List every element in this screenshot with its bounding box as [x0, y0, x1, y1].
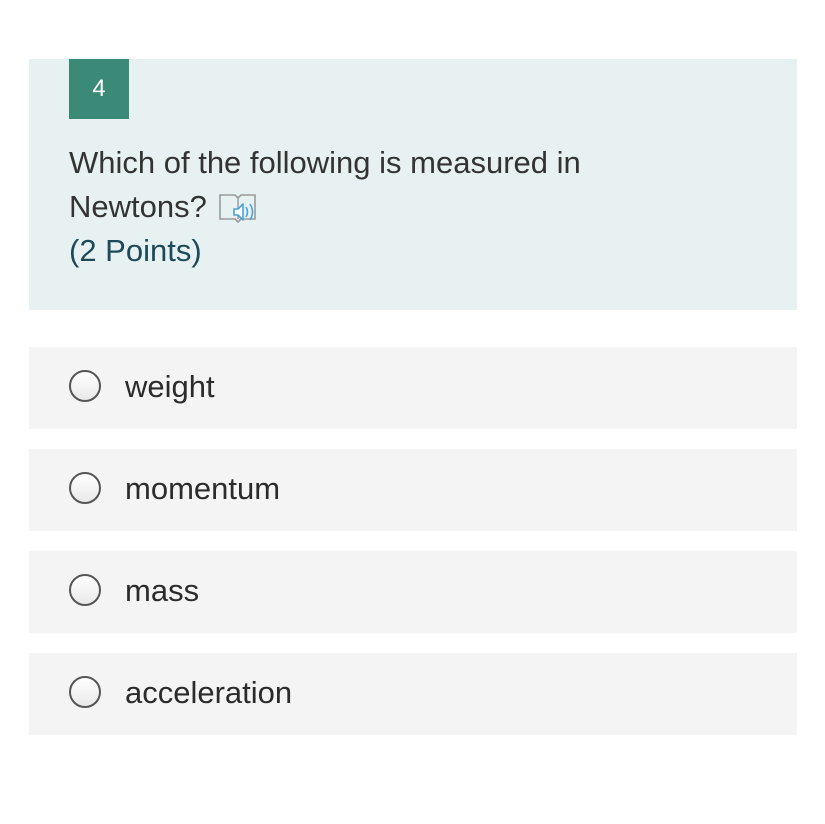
radio-button[interactable] [69, 370, 101, 402]
answer-option-momentum[interactable]: momentum [29, 449, 797, 531]
option-label: momentum [125, 471, 281, 506]
option-label: mass [125, 573, 200, 608]
answer-option-weight[interactable]: weight [29, 347, 797, 429]
answer-option-mass[interactable]: mass [29, 551, 797, 633]
answer-option-acceleration[interactable]: acceleration [29, 653, 797, 735]
option-label: acceleration [125, 675, 293, 710]
question-line-2: Newtons? [69, 185, 669, 229]
question-number-badge: 4 [69, 59, 129, 119]
question-line-1: Which of the following is measured in [69, 145, 581, 180]
radio-button[interactable] [69, 574, 101, 606]
question-card: 4 Which of the following is measured in … [29, 59, 797, 310]
immersive-reader-icon[interactable] [217, 189, 259, 225]
option-label: weight [125, 369, 215, 404]
question-line-2-text: Newtons? [69, 189, 207, 224]
question-points: (2 Points) [69, 233, 202, 268]
radio-button[interactable] [69, 472, 101, 504]
question-text: Which of the following is measured in Ne… [69, 141, 669, 273]
radio-button[interactable] [69, 676, 101, 708]
